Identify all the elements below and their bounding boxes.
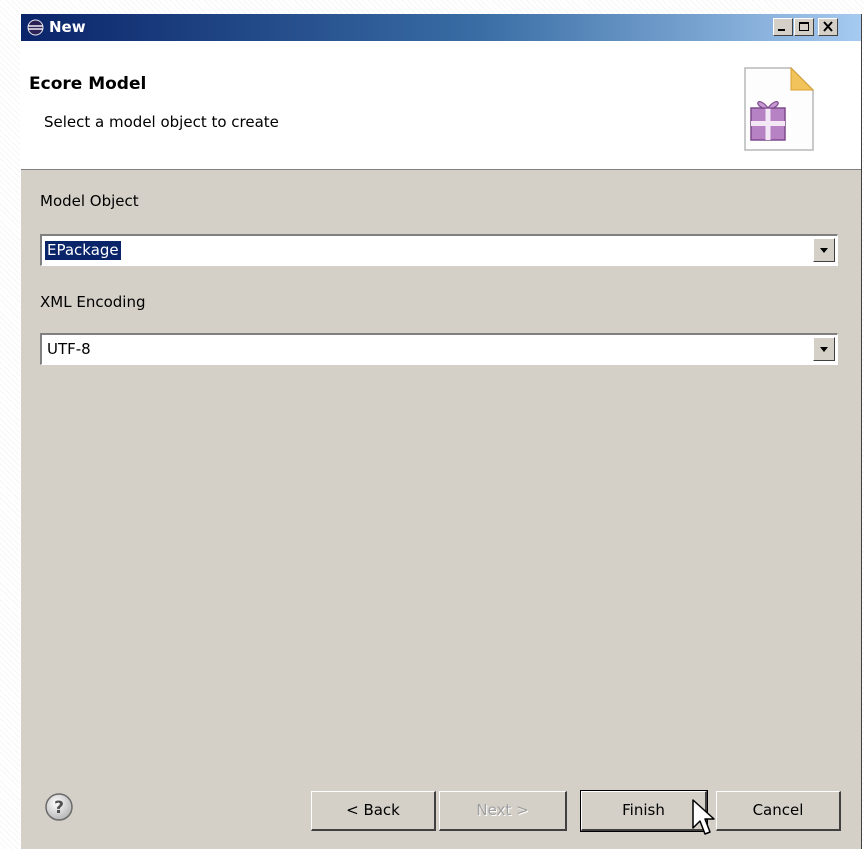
maximize-button[interactable]: [794, 18, 814, 36]
svg-text:?: ?: [54, 798, 64, 818]
model-object-select[interactable]: EPackage: [40, 234, 838, 266]
eclipse-icon: [27, 19, 44, 36]
new-model-file-icon: [744, 66, 815, 151]
window-title: New: [49, 18, 86, 36]
next-button[interactable]: Next >: [439, 791, 567, 831]
close-icon: [823, 21, 833, 32]
mouse-pointer-icon: [692, 799, 715, 835]
back-button[interactable]: < Back: [311, 791, 436, 831]
new-wizard-dialog: New Ecore Model Select a model object to…: [20, 14, 862, 849]
chevron-down-icon: [820, 248, 828, 253]
cancel-button[interactable]: Cancel: [716, 791, 841, 831]
page-description: Select a model object to create: [44, 113, 279, 131]
xml-encoding-label: XML Encoding: [40, 293, 146, 311]
finish-button[interactable]: Finish: [580, 790, 708, 832]
minimize-icon: [778, 29, 785, 31]
minimize-button[interactable]: [773, 18, 793, 36]
chevron-down-icon: [820, 347, 828, 352]
close-button[interactable]: [818, 18, 838, 36]
model-object-label: Model Object: [40, 192, 139, 210]
xml-encoding-value: UTF-8: [47, 340, 91, 358]
xml-encoding-dropdown-button[interactable]: [813, 337, 835, 361]
help-icon[interactable]: ?: [44, 792, 74, 822]
wizard-header: Ecore Model Select a model object to cre…: [21, 41, 861, 170]
page-title: Ecore Model: [29, 74, 147, 94]
title-bar[interactable]: New: [21, 14, 861, 41]
model-object-value: EPackage: [44, 240, 122, 261]
screenshot-background: New Ecore Model Select a model object to…: [0, 0, 864, 849]
xml-encoding-select[interactable]: UTF-8: [40, 333, 838, 365]
model-object-dropdown-button[interactable]: [813, 238, 835, 262]
maximize-icon: [799, 22, 809, 31]
